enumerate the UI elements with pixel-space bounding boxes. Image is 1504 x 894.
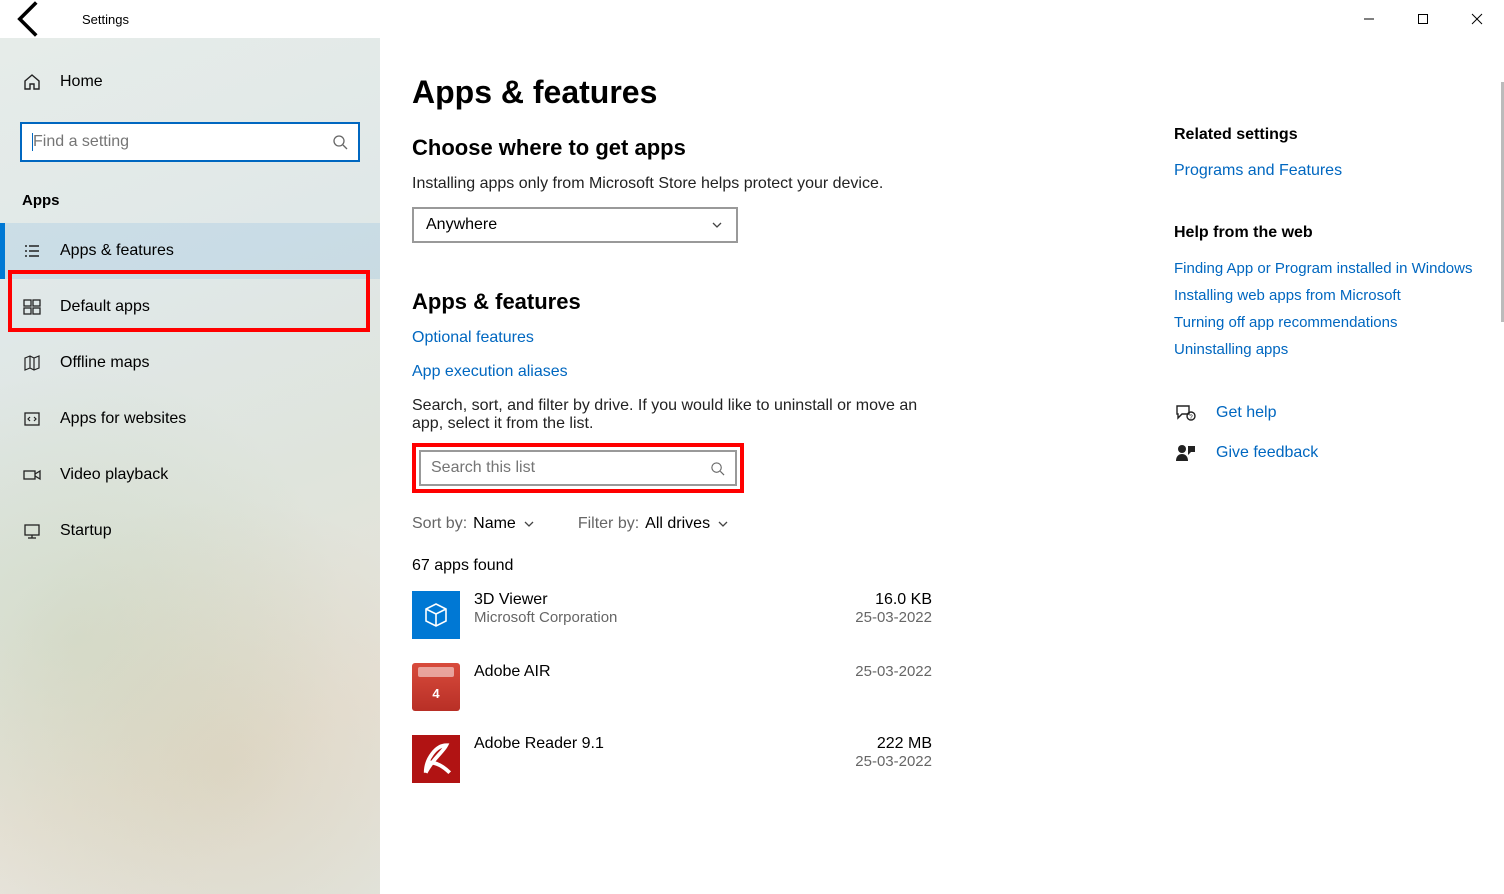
- nav-offline-maps[interactable]: Offline maps: [0, 335, 380, 391]
- app-name: Adobe AIR: [474, 663, 855, 681]
- search-icon: [332, 134, 348, 150]
- sidebar: Home Apps Apps & features Default apps O…: [0, 38, 380, 894]
- app-name: 3D Viewer: [474, 591, 855, 609]
- app-aliases-link[interactable]: App execution aliases: [412, 363, 1174, 381]
- minimize-icon: [1363, 13, 1375, 25]
- close-button[interactable]: [1450, 0, 1504, 38]
- app-search-input[interactable]: [431, 459, 710, 477]
- nav-label: Default apps: [60, 298, 150, 316]
- nav-startup[interactable]: Startup: [0, 503, 380, 559]
- app-search[interactable]: [419, 450, 737, 486]
- app-name: Adobe Reader 9.1: [474, 735, 855, 753]
- home-nav[interactable]: Home: [0, 54, 380, 110]
- video-playback-icon: [22, 465, 42, 485]
- optional-features-link[interactable]: Optional features: [412, 329, 1174, 347]
- section-heading: Apps & features: [412, 289, 1174, 315]
- filter-by-control[interactable]: Filter by: All drives: [578, 515, 730, 533]
- give-feedback-link[interactable]: Give feedback: [1216, 444, 1318, 462]
- nav-apps-features[interactable]: Apps & features: [0, 223, 380, 279]
- help-link[interactable]: Finding App or Program installed in Wind…: [1174, 260, 1480, 277]
- sidebar-search-input[interactable]: [33, 133, 332, 151]
- help-link[interactable]: Installing web apps from Microsoft: [1174, 287, 1480, 304]
- chevron-down-icon: [710, 218, 724, 232]
- app-item[interactable]: 4 Adobe AIR 25-03-2022: [412, 663, 932, 711]
- window-title: Settings: [82, 12, 129, 27]
- app-size: 16.0 KB: [855, 591, 932, 609]
- maximize-icon: [1417, 13, 1429, 25]
- app-publisher: Microsoft Corporation: [474, 609, 855, 626]
- search-icon: [710, 461, 725, 476]
- filter-value: All drives: [645, 515, 710, 533]
- highlight-box-search: [412, 443, 744, 493]
- app-icon-3dviewer: [412, 591, 460, 639]
- dropdown-value: Anywhere: [426, 216, 497, 234]
- nav-label: Offline maps: [60, 354, 150, 372]
- nav-label: Apps & features: [60, 242, 174, 260]
- sidebar-search[interactable]: [20, 122, 360, 162]
- nav-video-playback[interactable]: Video playback: [0, 447, 380, 503]
- help-link[interactable]: Uninstalling apps: [1174, 341, 1480, 358]
- nav-label: Apps for websites: [60, 410, 186, 428]
- arrow-left-icon: [6, 0, 50, 41]
- nav-label: Video playback: [60, 466, 168, 484]
- app-icon-adobe-air: 4: [412, 663, 460, 711]
- offline-maps-icon: [22, 353, 42, 373]
- startup-icon: [22, 521, 42, 541]
- app-date: 25-03-2022: [855, 753, 932, 770]
- nav-apps-websites[interactable]: Apps for websites: [0, 391, 380, 447]
- app-source-dropdown[interactable]: Anywhere: [412, 207, 738, 243]
- help-chat-icon: ?: [1174, 402, 1196, 424]
- aside: Related settings Programs and Features H…: [1174, 38, 1504, 894]
- apps-websites-icon: [22, 409, 42, 429]
- app-icon-adobe-reader: [412, 735, 460, 783]
- help-web-heading: Help from the web: [1174, 224, 1480, 242]
- filter-label: Filter by:: [578, 515, 639, 533]
- programs-features-link[interactable]: Programs and Features: [1174, 162, 1480, 180]
- close-icon: [1471, 13, 1483, 25]
- chevron-down-icon: [716, 517, 730, 531]
- main-content: Apps & features Choose where to get apps…: [380, 38, 1174, 894]
- sort-by-control[interactable]: Sort by: Name: [412, 515, 536, 533]
- sort-value: Name: [473, 515, 516, 533]
- give-feedback-row[interactable]: Give feedback: [1174, 442, 1480, 464]
- nav-default-apps[interactable]: Default apps: [0, 279, 380, 335]
- app-size: 222 MB: [855, 735, 932, 753]
- help-link[interactable]: Turning off app recommendations: [1174, 314, 1480, 331]
- app-item[interactable]: 3D Viewer Microsoft Corporation 16.0 KB …: [412, 591, 932, 639]
- sort-label: Sort by:: [412, 515, 467, 533]
- back-button[interactable]: [6, 0, 50, 38]
- titlebar: Settings: [0, 0, 1504, 38]
- maximize-button[interactable]: [1396, 0, 1450, 38]
- get-help-row[interactable]: ? Get help: [1174, 402, 1480, 424]
- app-date: 25-03-2022: [855, 609, 932, 626]
- app-date: 25-03-2022: [855, 663, 932, 680]
- feedback-icon: [1174, 442, 1196, 464]
- search-description: Search, sort, and filter by drive. If yo…: [412, 397, 952, 433]
- app-item[interactable]: Adobe Reader 9.1 222 MB 25-03-2022: [412, 735, 932, 783]
- chevron-down-icon: [522, 517, 536, 531]
- related-settings-heading: Related settings: [1174, 126, 1480, 144]
- sidebar-section-label: Apps: [0, 168, 380, 223]
- default-apps-icon: [22, 297, 42, 317]
- page-title: Apps & features: [412, 74, 1174, 111]
- get-help-link[interactable]: Get help: [1216, 404, 1276, 422]
- nav-label: Startup: [60, 522, 112, 540]
- minimize-button[interactable]: [1342, 0, 1396, 38]
- section-heading: Choose where to get apps: [412, 135, 1174, 161]
- section-description: Installing apps only from Microsoft Stor…: [412, 175, 952, 193]
- home-icon: [22, 72, 42, 92]
- home-label: Home: [60, 73, 103, 91]
- app-count: 67 apps found: [412, 557, 1174, 575]
- apps-features-icon: [22, 241, 42, 261]
